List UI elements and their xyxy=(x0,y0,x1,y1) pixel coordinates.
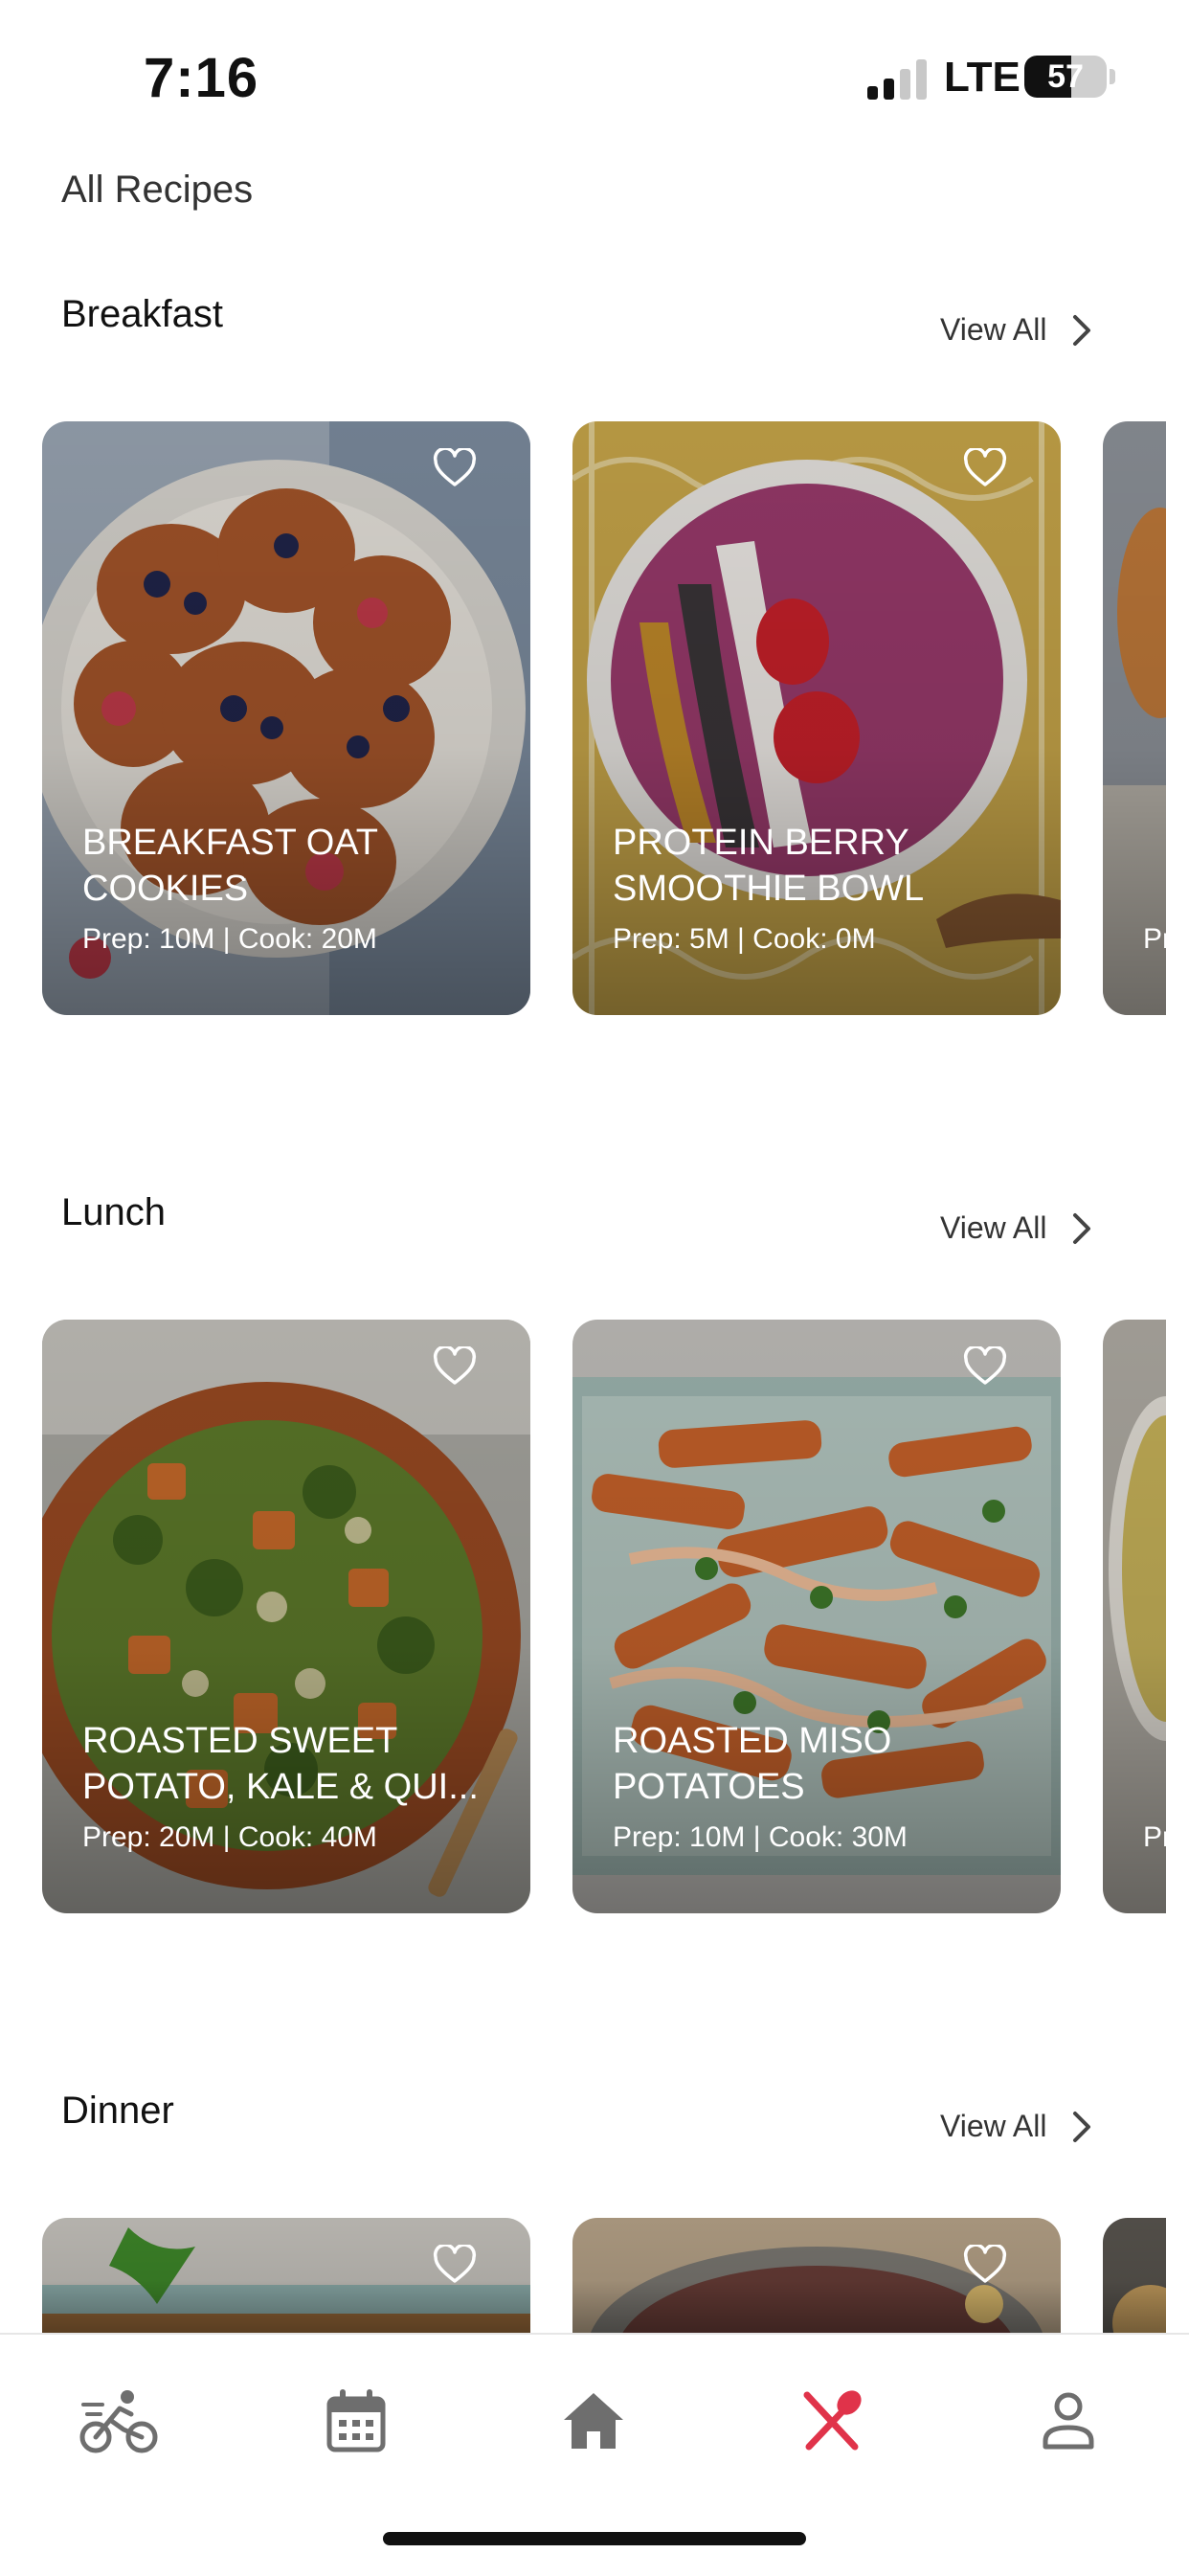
recipe-time: Prep: 20M | Cook: 40M xyxy=(82,1821,377,1853)
chevron-right-icon xyxy=(1073,2111,1091,2142)
heart-icon[interactable] xyxy=(963,1346,1007,1387)
battery-tip xyxy=(1110,69,1115,84)
recipe-title: ROASTED MISO POTATOES xyxy=(613,1721,892,1807)
view-all-label: View All xyxy=(940,2109,1047,2143)
profile-icon xyxy=(1043,2392,1094,2450)
recipe-time: Pr xyxy=(1143,923,1166,955)
tab-recipes[interactable] xyxy=(783,2373,879,2469)
view-all-dinner-button[interactable]: View All xyxy=(940,2109,1092,2144)
view-all-label: View All xyxy=(940,312,1047,347)
recipe-card-protein-berry-smoothie-bowl[interactable]: PROTEIN BERRY SMOOTHIE BOWL Prep: 5M | C… xyxy=(572,421,1061,1015)
recipe-card-breakfast-partial[interactable]: C W Pr xyxy=(1103,421,1166,1015)
recipe-title: PROTEIN BERRY SMOOTHIE BOWL xyxy=(613,823,925,909)
heart-icon[interactable] xyxy=(963,448,1007,488)
recipe-card-dinner-partial[interactable] xyxy=(1103,2218,1166,2333)
recipe-time: Prep: 5M | Cook: 0M xyxy=(613,923,876,955)
card-overlay xyxy=(1103,2218,1166,2333)
view-all-label: View All xyxy=(940,1210,1047,1245)
view-all-lunch-button[interactable]: View All xyxy=(940,1210,1092,1246)
recipe-time: Prep: 10M | Cook: 30M xyxy=(613,1821,908,1853)
section-title-lunch: Lunch xyxy=(61,1191,166,1233)
cycling-icon xyxy=(79,2390,158,2453)
recipe-time: Pr xyxy=(1143,1821,1166,1853)
recipe-card-dinner-2[interactable] xyxy=(572,2218,1061,2333)
status-bar: 7:16 LTE 57 xyxy=(0,0,1189,144)
status-time: 7:16 xyxy=(144,47,259,109)
recipe-card-breakfast-oat-cookies[interactable]: BREAKFAST OAT COOKIES Prep: 10M | Cook: … xyxy=(42,421,530,1015)
recipe-title: ROASTED SWEET POTATO, KALE & QUI... xyxy=(82,1721,479,1807)
home-icon xyxy=(564,2393,623,2449)
section-title-dinner: Dinner xyxy=(61,2090,174,2132)
tab-workouts[interactable] xyxy=(71,2373,167,2469)
recipe-title: BREAKFAST OAT COOKIES xyxy=(82,823,379,909)
battery-level: 57 xyxy=(1047,58,1084,95)
tab-calendar[interactable] xyxy=(308,2373,404,2469)
recipe-card-lunch-partial[interactable]: C S Pr xyxy=(1103,1320,1166,1913)
heart-icon[interactable] xyxy=(433,448,477,488)
chevron-right-icon xyxy=(1073,314,1091,346)
section-title-breakfast: Breakfast xyxy=(61,293,223,335)
recipe-card-roasted-miso-potatoes[interactable]: ROASTED MISO POTATOES Prep: 10M | Cook: … xyxy=(572,1320,1061,1913)
recipe-time: Prep: 10M | Cook: 20M xyxy=(82,923,377,955)
battery-icon: 57 xyxy=(1024,56,1107,98)
recipes-icon xyxy=(803,2390,862,2451)
tab-profile[interactable] xyxy=(1021,2373,1116,2469)
recipe-card-roasted-sweet-potato-kale[interactable]: ROASTED SWEET POTATO, KALE & QUI... Prep… xyxy=(42,1320,530,1913)
recipe-card-dinner-1[interactable] xyxy=(42,2218,530,2333)
chevron-right-icon xyxy=(1073,1212,1091,1244)
view-all-breakfast-button[interactable]: View All xyxy=(940,312,1092,348)
page-title: All Recipes xyxy=(61,169,254,211)
tab-home[interactable] xyxy=(546,2373,641,2469)
heart-icon[interactable] xyxy=(963,2245,1007,2285)
network-type: LTE xyxy=(944,54,1021,101)
heart-icon[interactable] xyxy=(433,2245,477,2285)
home-indicator xyxy=(383,2532,806,2545)
calendar-icon xyxy=(326,2389,386,2452)
heart-icon[interactable] xyxy=(433,1346,477,1387)
signal-icon xyxy=(867,59,927,100)
